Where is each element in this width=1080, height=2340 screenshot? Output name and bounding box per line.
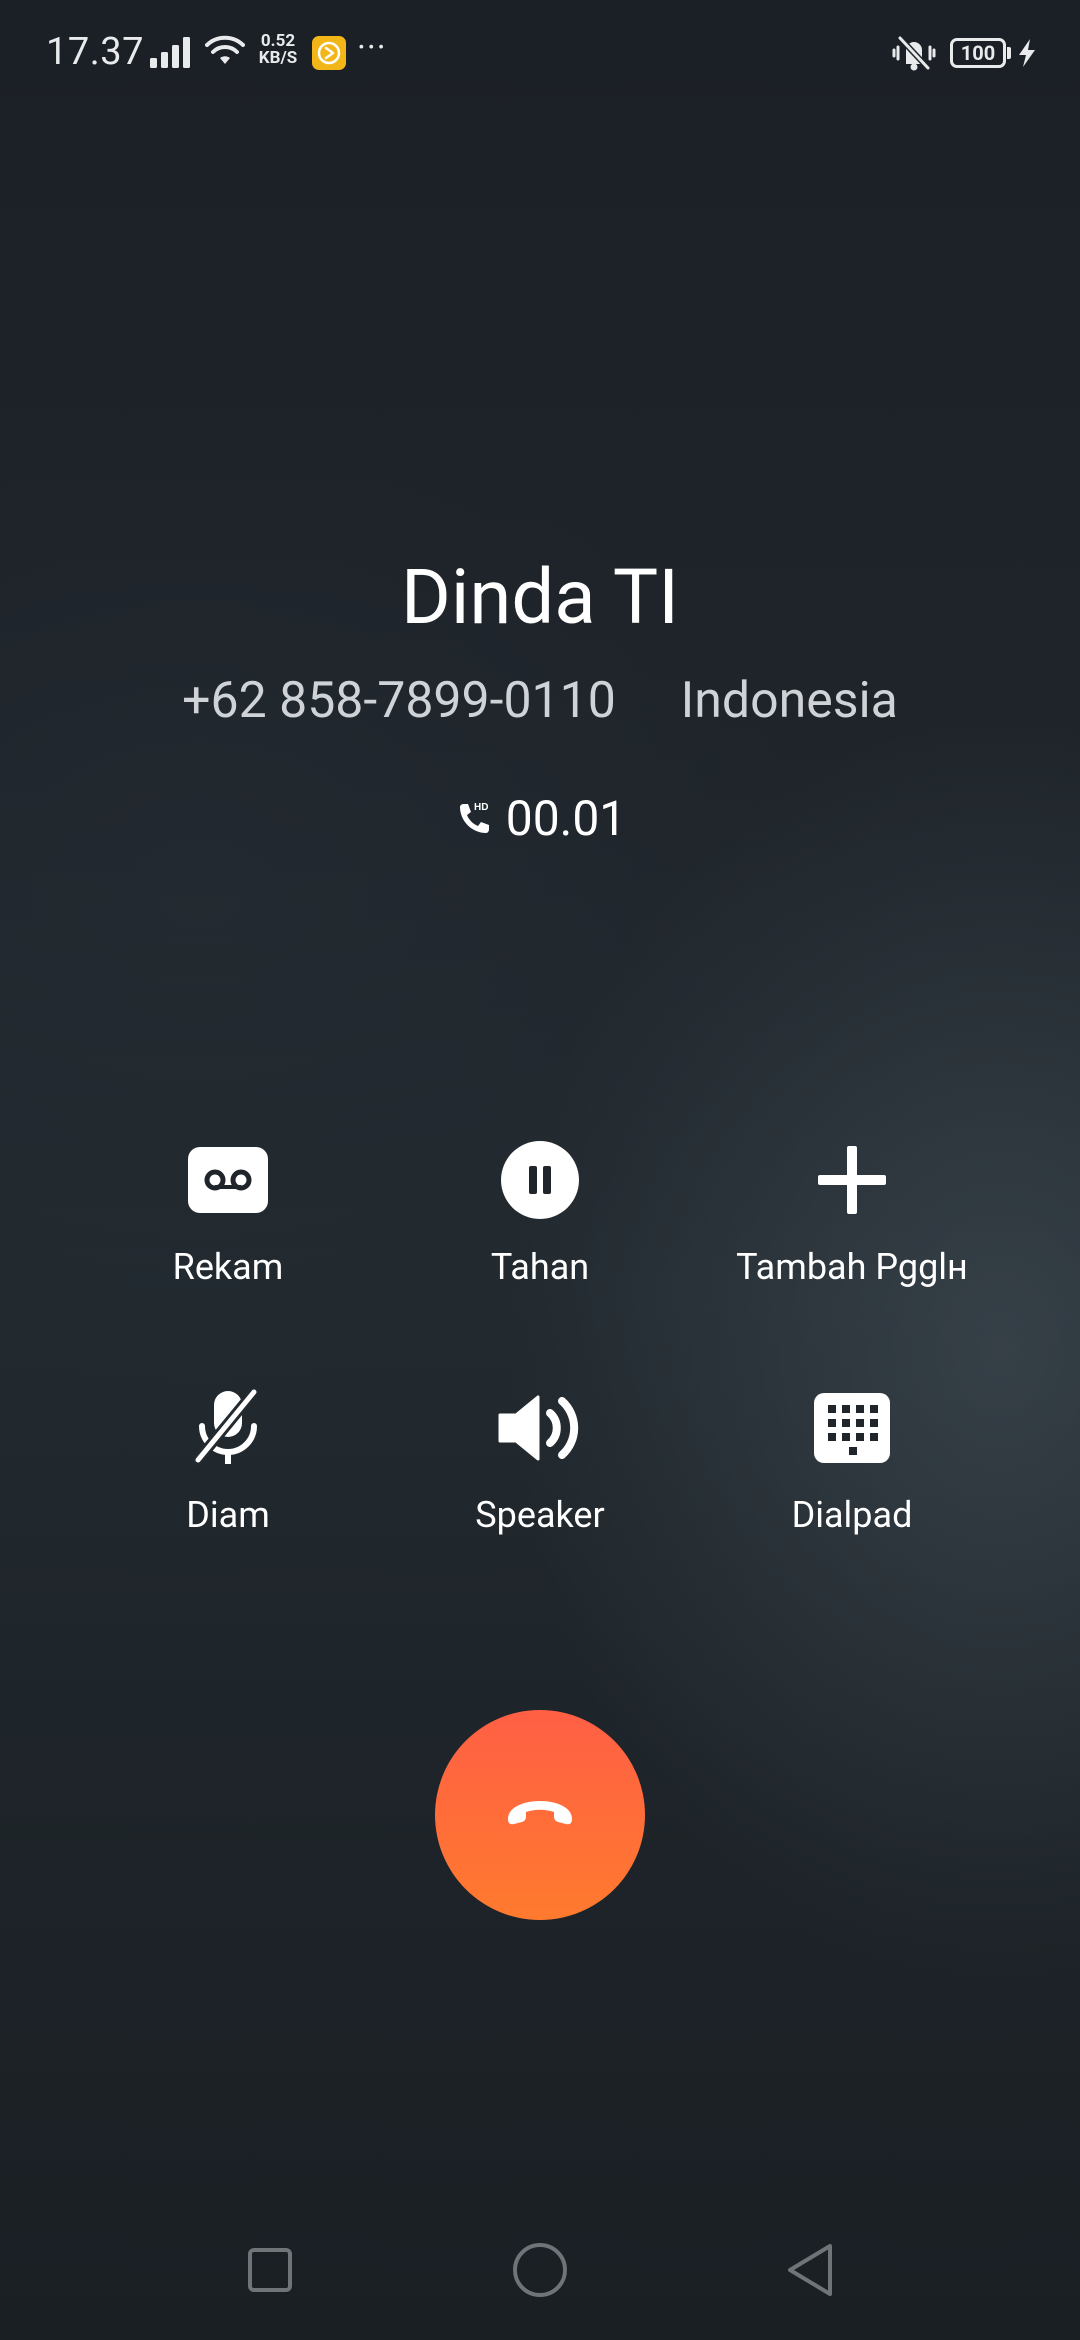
wifi-icon bbox=[205, 35, 245, 64]
status-bar: 17.37 0.52 KB/S ··· 100 bbox=[0, 0, 1080, 110]
caller-details: +62 858-7899-0110 Indonesia bbox=[0, 672, 1080, 730]
mute-label: Diam bbox=[186, 1494, 270, 1536]
record-button[interactable]: Rekam bbox=[68, 1136, 388, 1288]
end-call-button[interactable] bbox=[435, 1710, 645, 1920]
vibrate-off-icon bbox=[892, 35, 936, 71]
network-speed-unit: KB/S bbox=[258, 48, 298, 68]
hd-badge-text: HD bbox=[474, 802, 488, 813]
back-icon[interactable] bbox=[780, 2240, 840, 2300]
hd-call-icon: HD bbox=[459, 802, 489, 833]
speaker-icon bbox=[498, 1395, 579, 1461]
dialpad-label: Dialpad bbox=[791, 1494, 913, 1536]
caller-name: Dinda TI bbox=[401, 552, 679, 642]
hang-up-icon bbox=[508, 1801, 572, 1825]
battery-icon: 100 bbox=[950, 38, 1006, 68]
signal-icon bbox=[150, 37, 190, 68]
add-call-label: Tambah Pgglн bbox=[736, 1246, 968, 1288]
speaker-button[interactable]: Speaker bbox=[380, 1384, 700, 1536]
recent-apps-icon[interactable] bbox=[240, 2240, 300, 2300]
hold-button[interactable]: Tahan bbox=[380, 1136, 700, 1288]
caller-number: +62 858-7899-0110 bbox=[182, 672, 616, 730]
dialpad-button[interactable]: Dialpad bbox=[692, 1384, 1012, 1536]
record-label: Rekam bbox=[172, 1246, 284, 1288]
call-duration: 00.01 bbox=[505, 790, 627, 847]
battery-cap bbox=[1007, 47, 1011, 59]
status-time: 17.37 bbox=[46, 30, 144, 74]
add-call-button[interactable]: Tambah Pgglн bbox=[692, 1136, 1012, 1288]
app-notification-icon bbox=[312, 36, 346, 70]
dialpad-icon bbox=[814, 1393, 890, 1463]
network-speed: 0.52 KB/S bbox=[256, 33, 300, 67]
more-notifications-icon: ··· bbox=[357, 28, 387, 68]
call-duration-row: HD 00.01 bbox=[0, 790, 1080, 847]
mic-off-icon bbox=[192, 1388, 260, 1466]
speaker-label: Speaker bbox=[475, 1494, 605, 1536]
mute-button[interactable]: Diam bbox=[68, 1384, 388, 1536]
record-icon bbox=[188, 1147, 268, 1213]
plus-icon bbox=[818, 1146, 886, 1214]
pause-icon bbox=[501, 1141, 579, 1219]
charging-icon bbox=[1019, 39, 1035, 67]
caller-location: Indonesia bbox=[680, 672, 898, 730]
home-icon[interactable] bbox=[510, 2240, 570, 2300]
hold-label: Tahan bbox=[490, 1246, 590, 1288]
